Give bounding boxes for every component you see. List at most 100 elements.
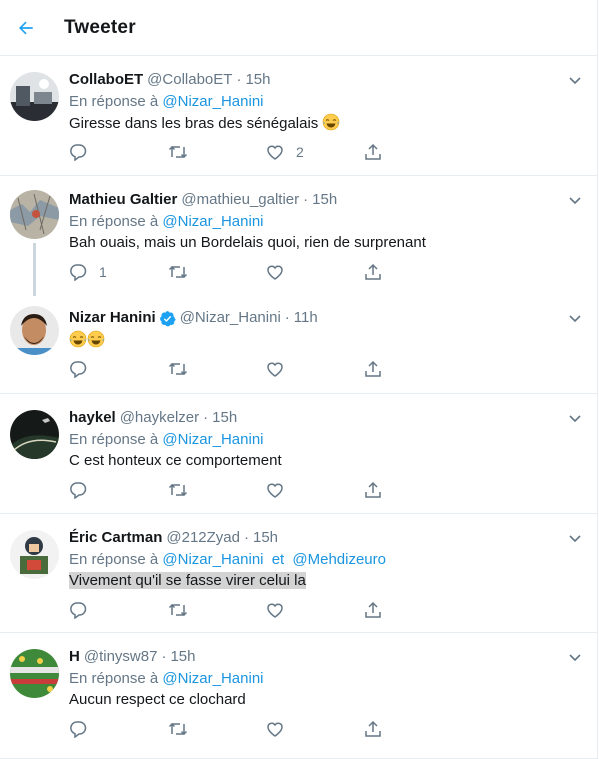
- tweet-meta: Éric Cartman @212Zyad · 15h: [69, 528, 583, 548]
- share-button[interactable]: [364, 719, 382, 739]
- tweet[interactable]: Nizar Hanini @Nizar_Hanini · 11h: [0, 294, 597, 394]
- avatar[interactable]: [10, 72, 59, 121]
- avatar[interactable]: [10, 306, 59, 355]
- heart-icon: [267, 362, 283, 377]
- share-button[interactable]: [364, 600, 382, 620]
- like-count: 2: [296, 144, 304, 160]
- reply-context: En réponse à @Nizar_Hanini et @Mehdizeur…: [69, 550, 583, 570]
- tweet[interactable]: H @tinysw87 · 15h En réponse à @Nizar_Ha…: [0, 633, 597, 759]
- reply-button[interactable]: [69, 480, 168, 500]
- author-name[interactable]: Éric Cartman: [69, 528, 162, 548]
- reply-mention[interactable]: @Nizar_Hanini: [162, 670, 263, 687]
- back-arrow-icon[interactable]: [16, 18, 36, 38]
- reply-prefix: En réponse à: [69, 213, 159, 230]
- retweet-button[interactable]: [168, 719, 266, 739]
- timestamp[interactable]: 15h: [312, 190, 337, 210]
- author-name[interactable]: Nizar Hanini: [69, 308, 156, 328]
- separator-dot: ·: [303, 191, 309, 208]
- comment-icon: [70, 721, 87, 738]
- avatar[interactable]: [10, 410, 59, 459]
- chevron-down-icon[interactable]: [567, 310, 583, 326]
- tweet[interactable]: CollaboET @CollaboET · 15h En réponse à …: [0, 56, 597, 176]
- author-handle[interactable]: @CollaboET: [147, 70, 232, 90]
- heart-icon: [267, 265, 283, 280]
- reply-prefix: En réponse à: [69, 93, 159, 110]
- tweet-thread-page: Tweeter CollaboET @CollaboET · 15h En ré…: [0, 0, 598, 759]
- author-name[interactable]: Mathieu Galtier: [69, 190, 177, 210]
- reply-button[interactable]: [69, 719, 168, 739]
- tweet-actions: 2: [69, 142, 382, 162]
- retweet-icon: [168, 483, 188, 497]
- author-name[interactable]: CollaboET: [69, 70, 143, 90]
- share-button[interactable]: [364, 359, 382, 379]
- tweet[interactable]: Mathieu Galtier @mathieu_galtier · 15h E…: [0, 176, 597, 296]
- tweet-meta: Nizar Hanini @Nizar_Hanini · 11h: [69, 308, 583, 328]
- like-button[interactable]: [266, 600, 364, 620]
- share-button[interactable]: [364, 142, 382, 162]
- like-button[interactable]: 2: [266, 142, 364, 162]
- separator-dot: ·: [284, 309, 290, 326]
- like-button[interactable]: [266, 262, 364, 282]
- tweet-actions: [69, 480, 382, 500]
- reply-button[interactable]: [69, 600, 168, 620]
- comment-icon: [70, 361, 87, 378]
- like-button[interactable]: [266, 719, 364, 739]
- timestamp[interactable]: 15h: [170, 647, 195, 667]
- tweet-actions: [69, 359, 382, 379]
- retweet-button[interactable]: [168, 600, 266, 620]
- emoji-tears-of-joy: [87, 330, 105, 354]
- verified-badge-icon: [159, 310, 176, 327]
- reply-context: En réponse à @Nizar_Hanini: [69, 430, 583, 450]
- tweet-meta: CollaboET @CollaboET · 15h: [69, 70, 583, 90]
- like-button[interactable]: [266, 359, 364, 379]
- reply-mention[interactable]: @Mehdizeuro: [292, 551, 386, 568]
- reply-prefix: En réponse à: [69, 670, 159, 687]
- chevron-down-icon[interactable]: [567, 72, 583, 88]
- timestamp[interactable]: 15h: [253, 528, 278, 548]
- timestamp[interactable]: 15h: [245, 70, 270, 90]
- tweet-meta: H @tinysw87 · 15h: [69, 647, 583, 667]
- reply-mention[interactable]: @Nizar_Hanini: [162, 551, 263, 568]
- tweet-text: Bah ouais, mais un Bordelais quoi, rien …: [69, 234, 426, 251]
- author-handle[interactable]: @mathieu_galtier: [181, 190, 299, 210]
- tweet-text: Aucun respect ce clochard: [69, 691, 246, 708]
- author-name[interactable]: haykel: [69, 408, 116, 428]
- share-button[interactable]: [364, 262, 382, 282]
- retweet-button[interactable]: [168, 142, 266, 162]
- reply-mention[interactable]: @Nizar_Hanini: [162, 431, 263, 448]
- selected-text: Vivement qu'il se fasse virer celui la: [69, 572, 306, 589]
- avatar[interactable]: [10, 530, 59, 579]
- chevron-down-icon[interactable]: [567, 649, 583, 665]
- tweet-content: H @tinysw87 · 15h En réponse à @Nizar_Ha…: [69, 647, 583, 710]
- like-button[interactable]: [266, 480, 364, 500]
- author-handle[interactable]: @Nizar_Hanini: [180, 308, 281, 328]
- comment-icon: [70, 602, 87, 619]
- reply-button[interactable]: [69, 359, 168, 379]
- tweet-text: C est honteux ce comportement: [69, 452, 282, 469]
- separator-dot: ·: [161, 648, 167, 665]
- share-button[interactable]: [364, 480, 382, 500]
- author-handle[interactable]: @212Zyad: [166, 528, 240, 548]
- tweet[interactable]: Éric Cartman @212Zyad · 15h En réponse à…: [0, 514, 597, 633]
- author-handle[interactable]: @haykelzer: [120, 408, 199, 428]
- heart-icon: [267, 603, 283, 618]
- reply-context: En réponse à @Nizar_Hanini: [69, 212, 583, 232]
- timestamp[interactable]: 15h: [212, 408, 237, 428]
- retweet-button[interactable]: [168, 480, 266, 500]
- reply-mention[interactable]: @Nizar_Hanini: [162, 93, 263, 110]
- reply-mention[interactable]: @Nizar_Hanini: [162, 213, 263, 230]
- chevron-down-icon[interactable]: [567, 410, 583, 426]
- retweet-button[interactable]: [168, 359, 266, 379]
- chevron-down-icon[interactable]: [567, 192, 583, 208]
- retweet-button[interactable]: [168, 262, 266, 282]
- tweet[interactable]: haykel @haykelzer · 15h En réponse à @Ni…: [0, 394, 597, 514]
- reply-button[interactable]: [69, 142, 168, 162]
- timestamp[interactable]: 11h: [294, 308, 318, 328]
- share-icon: [365, 263, 381, 280]
- reply-button[interactable]: 1: [69, 262, 168, 282]
- author-handle[interactable]: @tinysw87: [84, 647, 158, 667]
- avatar[interactable]: [10, 649, 59, 698]
- avatar[interactable]: [10, 190, 59, 239]
- author-name[interactable]: H: [69, 647, 80, 667]
- chevron-down-icon[interactable]: [567, 530, 583, 546]
